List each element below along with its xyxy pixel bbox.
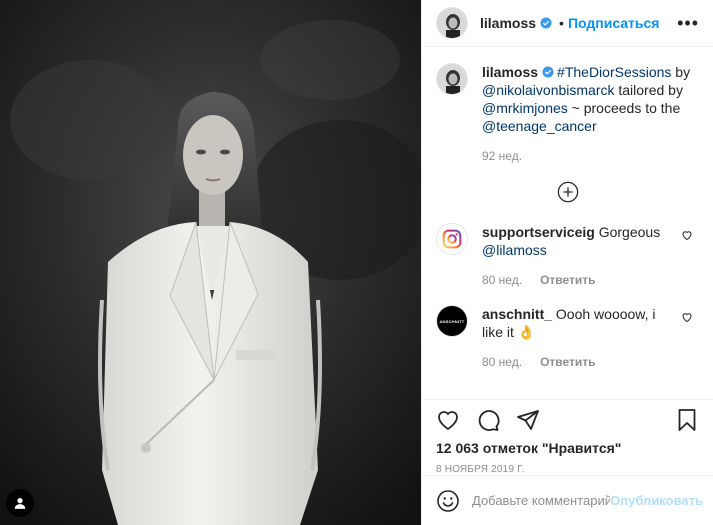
- caption-avatar[interactable]: [436, 63, 468, 95]
- comments-section: lilamoss #TheDiorSessions by @nikolaivonb…: [422, 47, 713, 399]
- header-username[interactable]: lilamoss: [480, 15, 536, 31]
- comment-age[interactable]: 80 нед.: [482, 273, 522, 287]
- caption-text-by: by: [671, 64, 691, 80]
- caption-age[interactable]: 92 нед.: [482, 149, 522, 163]
- comment-composer: Опубликовать: [422, 475, 713, 525]
- emoji-icon[interactable]: [436, 489, 460, 513]
- likes-count[interactable]: 12 063 отметок "Нравится": [436, 440, 699, 456]
- more-options-icon[interactable]: •••: [677, 13, 699, 34]
- caption-text-tailored: tailored by: [614, 82, 683, 98]
- post-container: lilamoss • Подписаться ••• lilamoss #TheD…: [0, 0, 713, 525]
- caption-hashtag[interactable]: #TheDiorSessions: [557, 64, 671, 80]
- comment-username[interactable]: supportserviceig: [482, 224, 595, 240]
- post-date[interactable]: 8 ноября 2019 г.: [436, 464, 699, 475]
- comment-text: anschnitt_ Oooh woooow, i like it 👌: [482, 305, 675, 341]
- caption-username[interactable]: lilamoss: [482, 64, 538, 80]
- heart-icon[interactable]: [436, 408, 460, 432]
- caption-mention-1[interactable]: @nikolaivonbismarck: [482, 82, 614, 98]
- share-icon[interactable]: [516, 408, 540, 432]
- like-comment-heart-icon[interactable]: [681, 311, 693, 323]
- commenter-avatar[interactable]: ANSCHNITT: [436, 305, 468, 337]
- instagram-logo-icon: [442, 229, 462, 249]
- comment-input[interactable]: [472, 493, 611, 508]
- post-side-panel: lilamoss • Подписаться ••• lilamoss #TheD…: [421, 0, 713, 525]
- comment-meta: 80 нед. Ответить: [482, 355, 675, 369]
- comment-username[interactable]: anschnitt_: [482, 306, 552, 322]
- post-actions: 12 063 отметок "Нравится" 8 ноября 2019 …: [422, 399, 713, 475]
- caption-text: lilamoss #TheDiorSessions by @nikolaivonb…: [482, 63, 699, 135]
- caption-text-proceeds: ~ proceeds to the: [567, 100, 681, 116]
- photo-illustration: [0, 0, 421, 525]
- comment-emoji: 👌: [517, 324, 536, 340]
- caption-meta: 92 нед.: [482, 149, 699, 163]
- publish-button[interactable]: Опубликовать: [610, 493, 703, 508]
- comment-text: supportserviceig Gorgeous @lilamoss: [482, 223, 675, 259]
- post-photo[interactable]: [0, 0, 421, 525]
- comment-icon[interactable]: [476, 408, 500, 432]
- reply-button[interactable]: Ответить: [540, 273, 595, 287]
- follow-button[interactable]: Подписаться: [568, 15, 660, 31]
- comment-mention[interactable]: @lilamoss: [482, 242, 547, 258]
- caption-mention-3[interactable]: @teenage_cancer: [482, 118, 597, 134]
- caption-mention-2[interactable]: @mrkimjones: [482, 100, 568, 116]
- avatar-logo-text: ANSCHNITT: [439, 318, 465, 324]
- comment-age[interactable]: 80 нед.: [482, 355, 522, 369]
- like-comment-heart-icon[interactable]: [681, 229, 693, 241]
- comment-item: ANSCHNITT anschnitt_ Oooh woooow, i like…: [436, 305, 699, 369]
- add-circle-icon[interactable]: [557, 181, 579, 203]
- commenter-avatar[interactable]: [436, 223, 468, 255]
- caption-block: lilamoss #TheDiorSessions by @nikolaivonb…: [436, 63, 699, 163]
- verified-badge-icon: [542, 66, 554, 78]
- comment-body: Gorgeous: [594, 224, 661, 240]
- load-more-comments[interactable]: [436, 181, 699, 203]
- reply-button[interactable]: Ответить: [540, 355, 595, 369]
- bookmark-icon[interactable]: [675, 408, 699, 432]
- header-separator: •: [559, 15, 564, 31]
- user-tag-icon[interactable]: [6, 489, 34, 517]
- action-icons: [436, 400, 699, 440]
- author-avatar[interactable]: [436, 7, 468, 39]
- comment-item: supportserviceig Gorgeous @lilamoss 80 н…: [436, 223, 699, 287]
- comment-meta: 80 нед. Ответить: [482, 273, 675, 287]
- verified-badge-icon: [540, 17, 552, 29]
- post-header: lilamoss • Подписаться •••: [422, 0, 713, 47]
